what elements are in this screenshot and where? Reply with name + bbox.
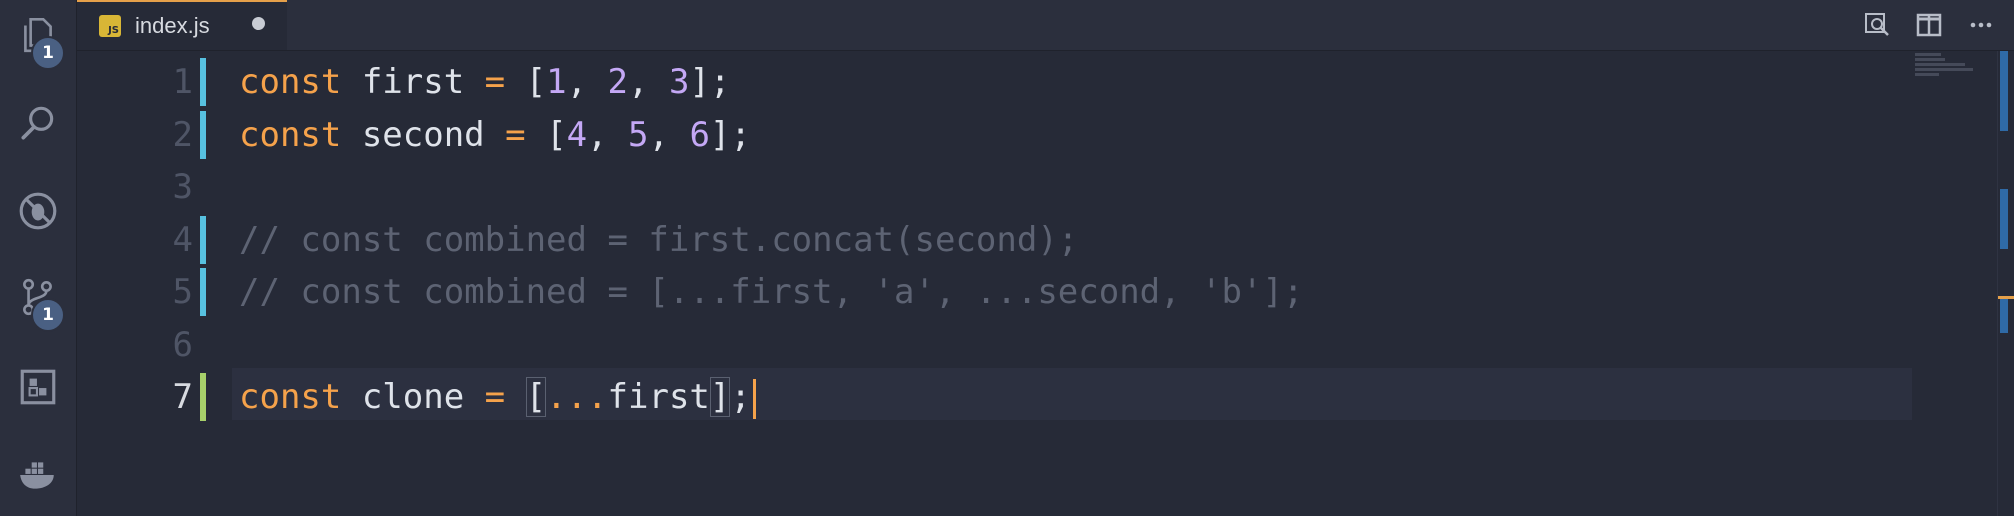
split-editor-button[interactable] xyxy=(1911,7,1947,43)
code-token: 4 xyxy=(566,114,588,155)
code-token: , xyxy=(587,114,628,155)
code-token: , xyxy=(566,62,608,102)
code-token: [ xyxy=(505,62,547,102)
scrollbar-change-marker xyxy=(2000,51,2008,131)
code-line[interactable]: 4 // const combined = first.concat(second… xyxy=(77,214,1977,266)
line-number: 6 xyxy=(172,324,193,365)
source-control-button[interactable]: 1 xyxy=(0,262,76,332)
code-token: , xyxy=(628,62,669,102)
code-token: 1 xyxy=(546,62,567,102)
code-token: 5 xyxy=(628,114,649,155)
code-token: // const combined = first.concat(second)… xyxy=(239,219,1079,260)
code-token: const xyxy=(239,377,342,417)
source-control-badge: 1 xyxy=(31,298,65,332)
line-number: 7 xyxy=(172,377,193,417)
extensions-button[interactable] xyxy=(0,352,76,422)
code-token: = xyxy=(484,377,506,417)
code-token: , xyxy=(648,114,690,155)
code-line[interactable]: 5 // const combined = [...first, 'a', ...… xyxy=(77,266,1977,318)
tab-index-js[interactable]: JS index.js xyxy=(77,0,287,50)
javascript-file-icon: JS xyxy=(99,15,121,37)
code-line[interactable]: 6 xyxy=(77,319,1977,371)
code-token: first xyxy=(607,377,710,417)
gutter-added-marker[interactable] xyxy=(200,268,206,316)
code-text: const second = [4, 5, 6]; xyxy=(239,109,751,161)
gutter-added-marker[interactable] xyxy=(200,110,206,159)
text-cursor xyxy=(752,378,756,419)
no-bug-icon xyxy=(19,192,57,230)
search-icon xyxy=(21,106,54,140)
code-token: // const combined = [...first, 'a', ...s… xyxy=(239,272,1304,312)
extensions-icon xyxy=(20,369,56,405)
split-editor-icon xyxy=(1916,13,1942,37)
more-actions-button[interactable] xyxy=(1963,7,1999,43)
code-token: [ xyxy=(525,377,547,417)
gutter-added-marker[interactable] xyxy=(200,215,206,264)
docker-button[interactable] xyxy=(0,440,76,510)
minimap[interactable] xyxy=(1915,51,1975,91)
debug-button[interactable] xyxy=(0,176,76,246)
line-number: 3 xyxy=(172,167,193,207)
code-token: ]; xyxy=(709,114,751,155)
scrollbar-change-marker xyxy=(2000,299,2008,333)
code-token: second xyxy=(341,114,506,155)
activity-bar: 1 1 xyxy=(0,0,77,516)
search-preview-icon xyxy=(1865,13,1889,36)
more-actions-icon xyxy=(1970,22,1992,28)
line-number: 1 xyxy=(172,62,193,102)
code-token: first xyxy=(341,62,485,102)
code-token: = xyxy=(484,62,506,102)
explorer-badge: 1 xyxy=(31,36,65,70)
code-token: clone xyxy=(341,377,485,417)
code-token: = xyxy=(505,114,526,155)
code-token: ] xyxy=(709,377,731,417)
code-text: // const combined = [...first, 'a', ...s… xyxy=(239,266,1303,318)
gutter-modified-marker[interactable] xyxy=(200,373,206,421)
code-token: const xyxy=(239,114,342,155)
line-number: 2 xyxy=(172,114,193,155)
code-line[interactable]: 7 const clone = [...first]; xyxy=(77,371,1977,423)
code-text: const first = [1, 2, 3]; xyxy=(239,56,730,108)
line-number: 4 xyxy=(172,219,193,260)
search-button[interactable] xyxy=(0,88,76,158)
code-token: ; xyxy=(730,377,751,417)
vertical-scrollbar[interactable] xyxy=(1997,51,2014,516)
gutter-added-marker[interactable] xyxy=(200,58,206,106)
open-preview-button[interactable] xyxy=(1859,7,1895,43)
code-token: ... xyxy=(546,377,608,417)
code-line[interactable]: 3 xyxy=(77,161,1977,213)
line-number: 5 xyxy=(172,272,193,312)
explorer-button[interactable]: 1 xyxy=(0,0,76,70)
code-token: const xyxy=(239,62,342,102)
tab-bar: JS index.js xyxy=(77,0,2014,51)
scrollbar-change-marker xyxy=(2000,189,2008,249)
unsaved-dot-icon[interactable] xyxy=(252,17,265,30)
code-text: const clone = [...first]; xyxy=(239,371,756,423)
code-token: 2 xyxy=(607,62,629,102)
docker-icon xyxy=(20,462,54,489)
code-editor[interactable]: 1 const first = [1, 2, 3]; 2 const second =… xyxy=(77,51,1997,516)
code-token: ]; xyxy=(689,62,731,102)
tab-title: index.js xyxy=(135,13,210,38)
code-token: 6 xyxy=(689,114,710,155)
code-text: // const combined = first.concat(second)… xyxy=(239,214,1078,266)
code-token: [ xyxy=(525,114,567,155)
code-line[interactable]: 1 const first = [1, 2, 3]; xyxy=(77,56,1977,108)
vscode-window: 1 1 JS index.js 1 const first = [1, 2, 3… xyxy=(0,0,2014,516)
code-token: 3 xyxy=(668,62,690,102)
code-line[interactable]: 2 const second = [4, 5, 6]; xyxy=(77,109,1977,161)
